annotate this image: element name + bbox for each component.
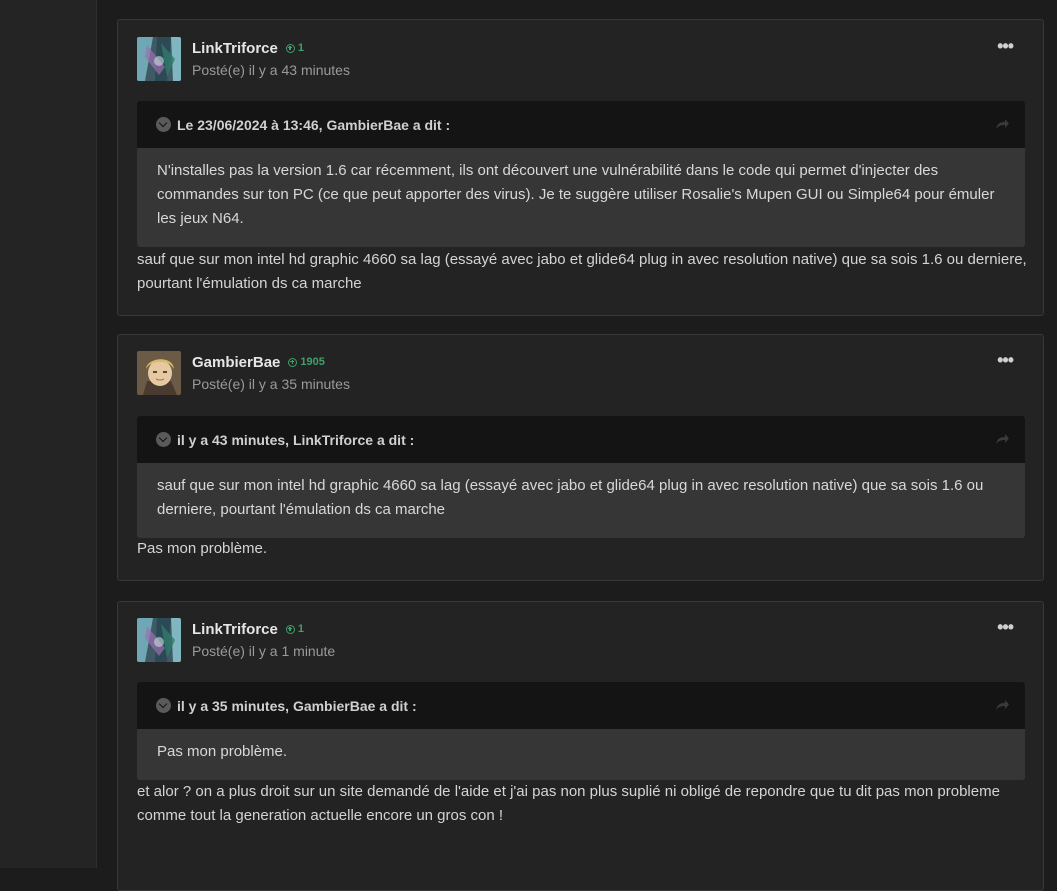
plus-circle-icon <box>285 624 295 634</box>
post: GambierBae 1905 Posté(e) il y a 35 minut… <box>117 334 1044 581</box>
post-content-line: comme tout la generation actuelle encore… <box>137 807 504 824</box>
left-gutter <box>0 0 97 868</box>
plus-circle-icon <box>288 357 298 367</box>
chevron-down-icon[interactable] <box>156 698 171 713</box>
quote-body: Pas mon problème. <box>157 743 288 760</box>
post-content-line: et alor ? on a plus droit sur un site de… <box>137 783 1000 800</box>
author-name[interactable]: GambierBae <box>192 354 280 371</box>
quote-block: il y a 43 minutes, LinkTriforce a dit : … <box>137 416 1025 538</box>
avatar[interactable] <box>137 351 181 395</box>
share-arrow-icon[interactable] <box>993 115 1011 133</box>
quote-block: il y a 35 minutes, GambierBae a dit : Pa… <box>137 682 1025 780</box>
plus-circle-icon <box>285 43 295 53</box>
reputation-badge[interactable]: 1 <box>285 42 304 54</box>
reputation-count: 1 <box>297 42 304 54</box>
quote-body: sauf que sur mon intel hd graphic 4660 s… <box>157 477 984 518</box>
author-line: LinkTriforce 1 <box>192 39 304 57</box>
reputation-count: 1905 <box>300 356 325 368</box>
post-header: GambierBae 1905 Posté(e) il y a 35 minut… <box>137 351 1043 411</box>
reputation-badge[interactable]: 1905 <box>288 356 325 368</box>
avatar[interactable] <box>137 37 181 81</box>
post-timestamp[interactable]: Posté(e) il y a 1 minute <box>192 643 335 659</box>
quote-header[interactable]: Le 23/06/2024 à 13:46, GambierBae a dit … <box>137 101 1025 148</box>
quote-block: Le 23/06/2024 à 13:46, GambierBae a dit … <box>137 101 1025 247</box>
post-content: sauf que sur mon intel hd graphic 4660 s… <box>137 251 1027 292</box>
post-timestamp[interactable]: Posté(e) il y a 43 minutes <box>192 62 350 78</box>
author-line: LinkTriforce 1 <box>192 620 304 638</box>
post-content: et alor ? on a plus droit sur un site de… <box>137 780 1027 828</box>
quote-header[interactable]: il y a 35 minutes, GambierBae a dit : <box>137 682 1025 729</box>
post-header: LinkTriforce 1 Posté(e) il y a 43 minute… <box>137 37 1043 97</box>
post-header: LinkTriforce 1 Posté(e) il y a 1 minute … <box>137 618 1043 678</box>
avatar[interactable] <box>137 618 181 662</box>
chevron-down-icon[interactable] <box>156 432 171 447</box>
quote-citation: il y a 43 minutes, LinkTriforce a dit : <box>177 431 415 448</box>
reputation-badge[interactable]: 1 <box>285 623 304 635</box>
chevron-down-icon[interactable] <box>156 117 171 132</box>
share-arrow-icon[interactable] <box>993 430 1011 448</box>
author-line: GambierBae 1905 <box>192 353 325 371</box>
quote-body: N'installes pas la version 1.6 car récem… <box>157 162 995 227</box>
post: LinkTriforce 1 Posté(e) il y a 43 minute… <box>117 19 1044 316</box>
post-content: Pas mon problème. <box>137 540 268 557</box>
quote-citation: il y a 35 minutes, GambierBae a dit : <box>177 697 417 714</box>
more-options-button[interactable]: ••• <box>997 37 1014 55</box>
more-options-button[interactable]: ••• <box>997 618 1014 636</box>
quote-header[interactable]: il y a 43 minutes, LinkTriforce a dit : <box>137 416 1025 463</box>
author-name[interactable]: LinkTriforce <box>192 40 278 57</box>
reputation-count: 1 <box>297 623 304 635</box>
author-name[interactable]: LinkTriforce <box>192 621 278 638</box>
post: LinkTriforce 1 Posté(e) il y a 1 minute … <box>117 601 1044 891</box>
more-options-button[interactable]: ••• <box>997 351 1014 369</box>
share-arrow-icon[interactable] <box>993 696 1011 714</box>
quote-citation: Le 23/06/2024 à 13:46, GambierBae a dit … <box>177 116 451 133</box>
post-timestamp[interactable]: Posté(e) il y a 35 minutes <box>192 376 350 392</box>
